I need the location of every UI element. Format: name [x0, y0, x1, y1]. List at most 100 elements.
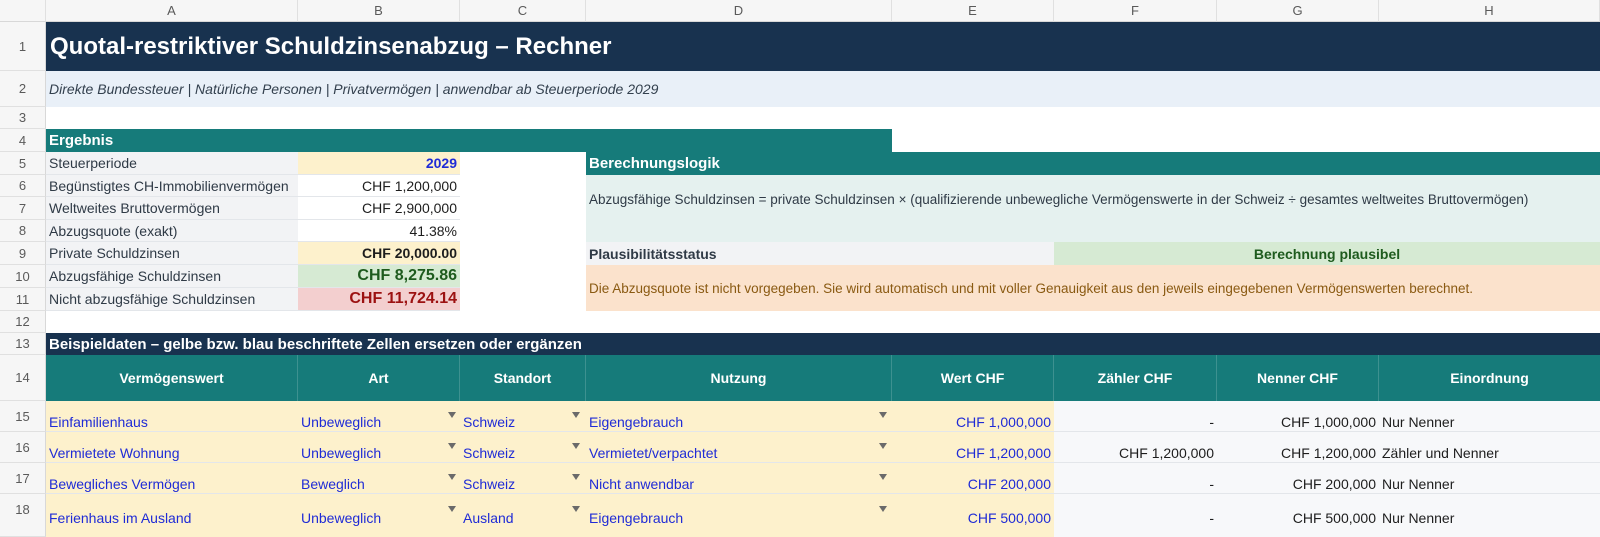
- row-header-3[interactable]: 3: [0, 107, 46, 129]
- cell-wert[interactable]: CHF 200,000: [892, 463, 1054, 494]
- row-header-1[interactable]: 1: [0, 22, 46, 71]
- label-bruttovermoegen[interactable]: Weltweites Bruttovermögen: [46, 197, 298, 220]
- dropdown-art[interactable]: Unbeweglich: [298, 401, 460, 432]
- chevron-down-icon[interactable]: [572, 474, 580, 480]
- table-header-vermoegenswert[interactable]: Vermögenswert: [46, 355, 298, 401]
- value-ch-immobilienvermoegen[interactable]: CHF 1,200,000: [298, 175, 460, 197]
- column-header-c[interactable]: C: [460, 0, 586, 22]
- cell-vermoegenswert[interactable]: Ferienhaus im Ausland: [46, 494, 298, 537]
- value-abzugsquote[interactable]: 41.38%: [298, 220, 460, 242]
- cell-zaehler[interactable]: -: [1054, 401, 1217, 432]
- row-header-4[interactable]: 4: [0, 129, 46, 152]
- value-abzugsfaehige-schuldzinsen[interactable]: CHF 8,275.86: [298, 265, 460, 288]
- dropdown-nutzung[interactable]: Vermietet/verpachtet: [586, 432, 892, 463]
- table-header-art[interactable]: Art: [298, 355, 460, 401]
- cell-wert[interactable]: CHF 1,000,000: [892, 401, 1054, 432]
- cell-nenner[interactable]: CHF 1,200,000: [1217, 432, 1379, 463]
- ergebnis-header[interactable]: Ergebnis: [46, 129, 892, 152]
- row-header-9[interactable]: 9: [0, 242, 46, 265]
- cell-zaehler[interactable]: -: [1054, 463, 1217, 494]
- row-header-18[interactable]: 18: [0, 494, 46, 537]
- cell-wert[interactable]: CHF 500,000: [892, 494, 1054, 537]
- cell-einordnung[interactable]: Zähler und Nenner: [1379, 432, 1600, 463]
- chevron-down-icon[interactable]: [448, 412, 456, 418]
- row-header-15[interactable]: 15: [0, 401, 46, 432]
- value-bruttovermoegen[interactable]: CHF 2,900,000: [298, 197, 460, 220]
- cell-nenner[interactable]: CHF 1,000,000: [1217, 401, 1379, 432]
- column-header-e[interactable]: E: [892, 0, 1054, 22]
- dropdown-art[interactable]: Unbeweglich: [298, 494, 460, 537]
- row-header-17[interactable]: 17: [0, 463, 46, 494]
- row-header-6[interactable]: 6: [0, 175, 46, 197]
- chevron-down-icon[interactable]: [572, 412, 580, 418]
- dropdown-art[interactable]: Beweglich: [298, 463, 460, 494]
- column-header-a[interactable]: A: [46, 0, 298, 22]
- value-nicht-abzugsfaehige-schuldzinsen[interactable]: CHF 11,724.14: [298, 288, 460, 311]
- chevron-down-icon[interactable]: [448, 443, 456, 449]
- cell-einordnung[interactable]: Nur Nenner: [1379, 463, 1600, 494]
- label-abzugsquote[interactable]: Abzugsquote (exakt): [46, 220, 298, 242]
- cell-zaehler[interactable]: CHF 1,200,000: [1054, 432, 1217, 463]
- chevron-down-icon[interactable]: [448, 506, 456, 512]
- value-steuerperiode[interactable]: 2029: [298, 152, 460, 175]
- label-abzugsfaehige-schuldzinsen[interactable]: Abzugsfähige Schuldzinsen: [46, 265, 298, 288]
- table-header-nenner[interactable]: Nenner CHF: [1217, 355, 1379, 401]
- dropdown-standort[interactable]: Schweiz: [460, 432, 586, 463]
- dropdown-nutzung[interactable]: Nicht anwendbar: [586, 463, 892, 494]
- row-header-2[interactable]: 2: [0, 71, 46, 107]
- row-header-8[interactable]: 8: [0, 220, 46, 242]
- column-header-b[interactable]: B: [298, 0, 460, 22]
- berechnungslogik-header[interactable]: Berechnungslogik: [586, 152, 1600, 175]
- select-all-corner[interactable]: [0, 0, 46, 22]
- row-header-7[interactable]: 7: [0, 197, 46, 220]
- label-private-schuldzinsen[interactable]: Private Schuldzinsen: [46, 242, 298, 265]
- cell-nenner[interactable]: CHF 500,000: [1217, 494, 1379, 537]
- table-header-wert[interactable]: Wert CHF: [892, 355, 1054, 401]
- table-header-standort[interactable]: Standort: [460, 355, 586, 401]
- cell-vermoegenswert[interactable]: Einfamilienhaus: [46, 401, 298, 432]
- cell-nenner[interactable]: CHF 200,000: [1217, 463, 1379, 494]
- cell-wert[interactable]: CHF 1,200,000: [892, 432, 1054, 463]
- chevron-down-icon[interactable]: [879, 412, 887, 418]
- chevron-down-icon[interactable]: [448, 474, 456, 480]
- dropdown-standort[interactable]: Schweiz: [460, 401, 586, 432]
- column-header-d[interactable]: D: [586, 0, 892, 22]
- dropdown-standort[interactable]: Schweiz: [460, 463, 586, 494]
- row-header-14[interactable]: 14: [0, 355, 46, 401]
- cell-einordnung[interactable]: Nur Nenner: [1379, 401, 1600, 432]
- plausibility-note[interactable]: Die Abzugsquote ist nicht vorgegeben. Si…: [586, 265, 1600, 311]
- table-header-nutzung[interactable]: Nutzung: [586, 355, 892, 401]
- label-ch-immobilienvermoegen[interactable]: Begünstigtes CH-Immobilienvermögen: [46, 175, 298, 197]
- chevron-down-icon[interactable]: [572, 506, 580, 512]
- cell-einordnung[interactable]: Nur Nenner: [1379, 494, 1600, 537]
- column-header-f[interactable]: F: [1054, 0, 1217, 22]
- row-header-12[interactable]: 12: [0, 311, 46, 333]
- cell-zaehler[interactable]: -: [1054, 494, 1217, 537]
- table-header-einordnung[interactable]: Einordnung: [1379, 355, 1600, 401]
- column-header-g[interactable]: G: [1217, 0, 1379, 22]
- label-nicht-abzugsfaehige-schuldzinsen[interactable]: Nicht abzugsfähige Schuldzinsen: [46, 288, 298, 311]
- row-header-13[interactable]: 13: [0, 333, 46, 355]
- dropdown-art[interactable]: Unbeweglich: [298, 432, 460, 463]
- cell-vermoegenswert[interactable]: Vermietete Wohnung: [46, 432, 298, 463]
- formula-text[interactable]: Abzugsfähige Schuldzinsen = private Schu…: [586, 175, 1600, 242]
- dropdown-nutzung[interactable]: Eigengebrauch: [586, 401, 892, 432]
- chevron-down-icon[interactable]: [572, 443, 580, 449]
- row-header-10[interactable]: 10: [0, 265, 46, 288]
- chevron-down-icon[interactable]: [879, 506, 887, 512]
- table-header-zaehler[interactable]: Zähler CHF: [1054, 355, 1217, 401]
- row-header-11[interactable]: 11: [0, 288, 46, 311]
- sheet-subtitle[interactable]: Direkte Bundessteuer | Natürliche Person…: [46, 71, 1600, 107]
- plausibility-label[interactable]: Plausibilitätsstatus: [586, 242, 1054, 265]
- chevron-down-icon[interactable]: [879, 474, 887, 480]
- chevron-down-icon[interactable]: [879, 443, 887, 449]
- dropdown-standort[interactable]: Ausland: [460, 494, 586, 537]
- beispieldaten-header[interactable]: Beispieldaten – gelbe bzw. blau beschrif…: [46, 333, 1600, 355]
- column-header-h[interactable]: H: [1379, 0, 1600, 22]
- row-header-16[interactable]: 16: [0, 432, 46, 463]
- plausibility-status-badge[interactable]: Berechnung plausibel: [1054, 242, 1600, 265]
- value-private-schuldzinsen[interactable]: CHF 20,000.00: [298, 242, 460, 265]
- dropdown-nutzung[interactable]: Eigengebrauch: [586, 494, 892, 537]
- row-header-5[interactable]: 5: [0, 152, 46, 175]
- sheet-title[interactable]: Quotal-restriktiver Schuldzinsenabzug – …: [46, 22, 1600, 71]
